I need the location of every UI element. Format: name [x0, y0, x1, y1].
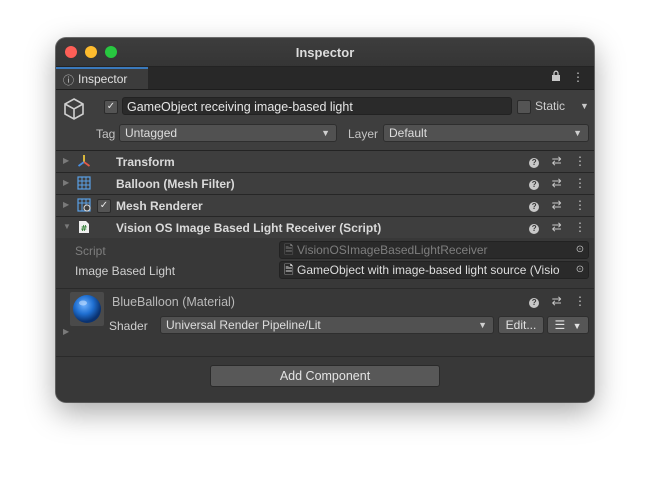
layer-dropdown[interactable]: Default ▼: [383, 124, 589, 142]
help-icon[interactable]: ?: [529, 180, 540, 190]
kebab-menu-icon[interactable]: ⋮: [574, 198, 586, 212]
script-field: 🗎 VisionOSImageBasedLightReceiver ⊙: [279, 241, 589, 259]
script-value: VisionOSImageBasedLightReceiver: [297, 243, 488, 257]
shader-options-button[interactable]: ☰ ▼: [547, 316, 589, 334]
material-section: ▶ BlueBalloon (Material) ? ⇄ ⋮ Shader Un…: [56, 288, 594, 345]
kebab-menu-icon[interactable]: ⋮: [572, 70, 584, 84]
component-label: Vision OS Image Based Light Receiver (Sc…: [116, 221, 382, 235]
ibl-object-field[interactable]: 🗎 GameObject with image-based light sour…: [279, 261, 589, 279]
help-icon[interactable]: ?: [529, 202, 540, 212]
foldout-expanded-icon[interactable]: ▼: [63, 222, 71, 231]
mesh-renderer-enabled-checkbox[interactable]: ✓: [97, 199, 111, 213]
static-label: Static: [535, 99, 566, 113]
help-icon[interactable]: ?: [529, 224, 540, 234]
mesh-renderer-icon: [77, 198, 91, 212]
presets-icon[interactable]: ⇄: [552, 220, 562, 234]
foldout-arrow-icon[interactable]: ▶: [63, 178, 69, 187]
component-actions: ? ⇄ ⋮: [520, 198, 586, 212]
help-icon[interactable]: ?: [529, 298, 540, 308]
script-label: Script: [75, 244, 106, 258]
material-name: BlueBalloon (Material): [112, 295, 235, 309]
add-component-button[interactable]: Add Component: [210, 365, 440, 387]
static-checkbox[interactable]: [517, 100, 531, 114]
list-icon: ☰: [554, 318, 566, 332]
edit-shader-button[interactable]: Edit...: [498, 316, 544, 334]
component-ibl-receiver-script[interactable]: ▼ # Vision OS Image Based Light Receiver…: [56, 217, 594, 239]
layer-label: Layer: [348, 127, 379, 141]
tab-label: Inspector: [78, 72, 128, 86]
chevron-down-icon: ▼: [478, 320, 487, 330]
component-label: Transform: [116, 155, 175, 169]
gameobject-file-icon: 🗎: [284, 263, 294, 277]
object-picker-icon: ⊙: [572, 242, 588, 258]
inspector-window: Inspector ⓘ Inspector ⋮ ✓ GameObject rec…: [56, 38, 594, 402]
info-icon: ⓘ: [63, 75, 74, 87]
kebab-menu-icon[interactable]: ⋮: [574, 294, 586, 308]
presets-icon[interactable]: ⇄: [552, 176, 562, 190]
tab-inspector[interactable]: ⓘ Inspector: [56, 67, 148, 89]
component-label: Mesh Renderer: [116, 199, 203, 213]
chevron-down-icon: ▼: [321, 128, 330, 138]
kebab-menu-icon[interactable]: ⋮: [574, 176, 586, 190]
help-icon[interactable]: ?: [529, 158, 540, 168]
active-checkbox[interactable]: ✓: [104, 100, 118, 114]
object-picker-icon[interactable]: ⊙: [572, 262, 588, 278]
component-label: Balloon (Mesh Filter): [116, 177, 235, 191]
presets-icon[interactable]: ⇄: [552, 198, 562, 212]
component-transform[interactable]: ▶ Transform ? ⇄ ⋮: [56, 151, 594, 173]
presets-icon[interactable]: ⇄: [552, 294, 562, 308]
tab-bar: ⓘ Inspector ⋮: [56, 67, 594, 90]
tag-dropdown[interactable]: Untagged ▼: [119, 124, 337, 142]
title-bar: Inspector: [56, 38, 594, 67]
foldout-arrow-icon[interactable]: ▶: [63, 327, 69, 336]
script-icon: #: [79, 221, 89, 233]
kebab-menu-icon[interactable]: ⋮: [574, 154, 586, 168]
script-properties: Script 🗎 VisionOSImageBasedLightReceiver…: [56, 238, 594, 286]
component-mesh-filter[interactable]: ▶ Balloon (Mesh Filter) ? ⇄ ⋮: [56, 173, 594, 195]
shader-label: Shader: [109, 319, 148, 333]
shader-dropdown[interactable]: Universal Render Pipeline/Lit ▼: [160, 316, 494, 334]
kebab-menu-icon[interactable]: ⋮: [574, 220, 586, 234]
transform-icon: [77, 155, 91, 167]
ibl-label: Image Based Light: [75, 264, 176, 278]
chevron-down-icon: ▼: [573, 128, 582, 138]
chevron-down-icon: ▼: [572, 321, 582, 331]
component-actions: ? ⇄ ⋮: [520, 154, 586, 168]
presets-icon[interactable]: ⇄: [552, 154, 562, 168]
window-title: Inspector: [295, 45, 355, 60]
lock-icon[interactable]: [551, 70, 564, 84]
tag-label: Tag: [96, 127, 116, 141]
material-actions: ? ⇄ ⋮: [520, 294, 586, 308]
component-mesh-renderer[interactable]: ▶ ✓ Mesh Renderer ? ⇄ ⋮: [56, 195, 594, 217]
foldout-arrow-icon[interactable]: ▶: [63, 200, 69, 209]
gameobject-cube-icon: [64, 98, 84, 120]
foldout-arrow-icon[interactable]: ▶: [63, 156, 69, 165]
component-actions: ? ⇄ ⋮: [520, 220, 586, 234]
static-dropdown-icon[interactable]: ▼: [580, 101, 589, 111]
tab-actions: ⋮: [543, 70, 584, 84]
script-file-icon: 🗎: [284, 243, 294, 257]
footer: Add Component: [56, 356, 594, 402]
gameobject-name-input[interactable]: GameObject receiving image-based light: [122, 97, 512, 115]
shader-value: Universal Render Pipeline/Lit: [166, 318, 321, 332]
mesh-filter-icon: [77, 176, 91, 190]
tag-value: Untagged: [125, 126, 178, 140]
gameobject-header: ✓ GameObject receiving image-based light…: [56, 90, 594, 151]
svg-text:#: #: [81, 224, 88, 233]
component-actions: ? ⇄ ⋮: [520, 176, 586, 190]
material-preview[interactable]: [70, 292, 104, 326]
layer-value: Default: [389, 126, 428, 140]
ibl-value: GameObject with image-based light source…: [297, 263, 560, 277]
